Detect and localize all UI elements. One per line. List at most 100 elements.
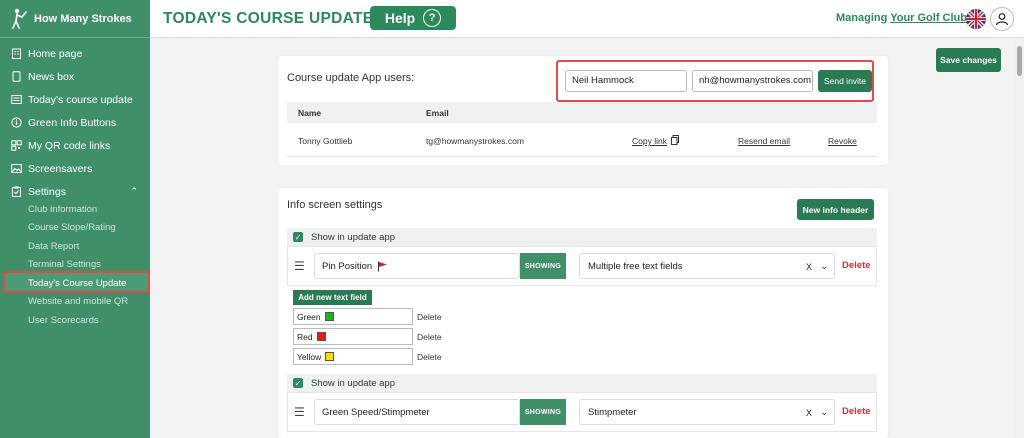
- golfer-logo-icon: [12, 8, 27, 29]
- sidebar-item-qr-links[interactable]: My QR code links: [0, 134, 150, 157]
- field-type-select[interactable]: Stimpmeter X ⌄: [579, 399, 835, 425]
- checkbox-checked-icon[interactable]: ✓: [293, 378, 303, 388]
- info-settings-title: Info screen settings: [287, 199, 383, 211]
- yellow-swatch-icon: [325, 352, 335, 361]
- chevron-down-icon[interactable]: ⌄: [820, 261, 828, 272]
- top-bar: TODAY'S COURSE UPDATE Help ? Managing Yo…: [150, 0, 1024, 38]
- sidebar-item-label: Home page: [28, 47, 83, 60]
- users-table-header: Name Email: [287, 102, 877, 123]
- new-info-header-button[interactable]: New info header: [797, 199, 874, 220]
- option-label: Yellow: [297, 351, 322, 362]
- managing-prefix: Managing: [836, 12, 888, 24]
- sidebar-item-label: Screensavers: [28, 162, 93, 175]
- building-icon: [12, 48, 21, 59]
- show-in-app-label: Show in update app: [311, 231, 395, 243]
- sidebar-item-home[interactable]: Home page: [0, 42, 150, 65]
- sidebar-item-label: Green Info Buttons: [28, 116, 117, 129]
- sidebar-nav: Home page News box Today's course update…: [0, 38, 150, 203]
- option-label: Red: [297, 331, 313, 342]
- info-name-field[interactable]: Pin Position: [314, 253, 520, 279]
- showing-badge[interactable]: SHOWING: [520, 399, 566, 425]
- submenu-todays-course-update[interactable]: Today's Course Update: [0, 274, 150, 293]
- user-name: Tonny Gottlieb: [298, 136, 353, 146]
- copy-icon[interactable]: [671, 135, 679, 145]
- option-label: Green: [297, 311, 321, 322]
- info-name: Pin Position: [322, 260, 373, 272]
- submenu-club-information[interactable]: Club information: [0, 200, 150, 219]
- submenu-course-slope[interactable]: Course Slope/Rating: [0, 219, 150, 238]
- submenu-user-scorecards[interactable]: User Scorecards: [0, 311, 150, 330]
- text-field-green[interactable]: Green: [293, 308, 413, 325]
- chevron-up-icon[interactable]: ⌃: [130, 186, 138, 197]
- copy-link[interactable]: Copy link: [632, 136, 667, 146]
- field-type-value: Multiple free text fields: [588, 260, 683, 272]
- showing-badge[interactable]: SHOWING: [520, 253, 566, 279]
- show-in-app-toggle[interactable]: ✓ Show in update app: [287, 228, 877, 246]
- brand[interactable]: How Many Strokes: [0, 0, 150, 38]
- delete-option-button[interactable]: Delete: [417, 352, 442, 362]
- sidebar-item-news-box[interactable]: News box: [0, 65, 150, 88]
- delete-row-button[interactable]: Delete: [842, 260, 871, 271]
- sidebar-item-label: My QR code links: [28, 139, 111, 152]
- text-field-red[interactable]: Red: [293, 328, 413, 345]
- column-email: Email: [426, 108, 449, 118]
- user-icon[interactable]: [990, 7, 1014, 31]
- sidebar-item-course-update[interactable]: Today's course update: [0, 88, 150, 111]
- sidebar-item-screensavers[interactable]: Screensavers: [0, 157, 150, 180]
- invite-email-field[interactable]: nh@howmanystrokes.com: [692, 70, 813, 92]
- sidebar-item-label: Settings: [28, 185, 66, 198]
- info-settings-card: Info screen settings New info header ✓ S…: [278, 188, 888, 438]
- invite-name-field[interactable]: Neil Hammock: [565, 70, 687, 92]
- sidebar-item-green-info[interactable]: Green Info Buttons: [0, 111, 150, 134]
- show-in-app-toggle[interactable]: ✓ Show in update app: [287, 374, 877, 392]
- add-text-field-button[interactable]: Add new text field: [293, 290, 372, 305]
- managing-club: Managing Your Golf Club: [836, 12, 967, 24]
- checkbox-checked-icon[interactable]: ✓: [293, 232, 303, 242]
- managing-club-link[interactable]: Your Golf Club: [890, 12, 967, 24]
- delete-option-button[interactable]: Delete: [417, 312, 442, 322]
- info-row: ☰ Green Speed/Stimpmeter SHOWING Stimpme…: [287, 392, 877, 432]
- revoke-link[interactable]: Revoke: [828, 136, 857, 146]
- help-button[interactable]: Help ?: [370, 6, 456, 30]
- app-users-title: Course update App users:: [287, 72, 415, 84]
- show-in-app-label: Show in update app: [311, 377, 395, 389]
- submenu-data-report[interactable]: Data Report: [0, 237, 150, 256]
- text-field-yellow[interactable]: Yellow: [293, 348, 413, 365]
- help-label: Help: [384, 10, 416, 26]
- sidebar-item-label: News box: [28, 70, 75, 83]
- sidebar: How Many Strokes Home page News box Toda…: [0, 0, 150, 438]
- question-icon: ?: [423, 9, 442, 27]
- send-invite-button[interactable]: Send invite: [818, 70, 872, 92]
- resend-email-link[interactable]: Resend email: [738, 136, 790, 146]
- column-name: Name: [298, 108, 322, 118]
- field-type-select[interactable]: Multiple free text fields X ⌄: [579, 253, 835, 279]
- clear-icon[interactable]: X: [806, 408, 812, 418]
- green-swatch-icon: [324, 312, 334, 321]
- info-row: ☰ Pin Position SHOWING Multiple free tex…: [287, 246, 877, 286]
- drag-handle-icon[interactable]: ☰: [294, 259, 305, 273]
- table-row: Tonny Gottlieb tg@howmanystrokes.com Cop…: [287, 123, 877, 157]
- sidebar-item-label: Today's course update: [28, 93, 133, 106]
- drag-handle-icon[interactable]: ☰: [294, 405, 305, 419]
- clipboard-icon: [12, 186, 21, 197]
- delete-option-button[interactable]: Delete: [417, 332, 442, 342]
- uk-flag-icon[interactable]: [966, 9, 986, 29]
- app-users-card: Course update App users: Neil Hammock nh…: [278, 56, 888, 165]
- tablet-icon: [12, 71, 21, 82]
- list-icon: [11, 95, 22, 104]
- info-name-field[interactable]: Green Speed/Stimpmeter: [314, 399, 520, 425]
- clear-icon[interactable]: X: [806, 262, 812, 272]
- save-changes-button[interactable]: Save changes: [936, 48, 1001, 72]
- qr-code-icon: [11, 140, 22, 151]
- info-name: Green Speed/Stimpmeter: [322, 406, 430, 418]
- scrollbar-thumb[interactable]: [1017, 46, 1022, 76]
- person-icon: [995, 13, 1009, 26]
- submenu-website-qr[interactable]: Website and mobile QR: [0, 293, 150, 312]
- scrollbar[interactable]: [1015, 38, 1024, 438]
- submenu-terminal-settings[interactable]: Terminal Settings: [0, 256, 150, 275]
- red-flag-icon: [378, 261, 388, 271]
- delete-row-button[interactable]: Delete: [842, 406, 871, 417]
- image-icon: [11, 164, 22, 173]
- chevron-down-icon[interactable]: ⌄: [820, 407, 828, 418]
- field-type-value: Stimpmeter: [588, 406, 637, 418]
